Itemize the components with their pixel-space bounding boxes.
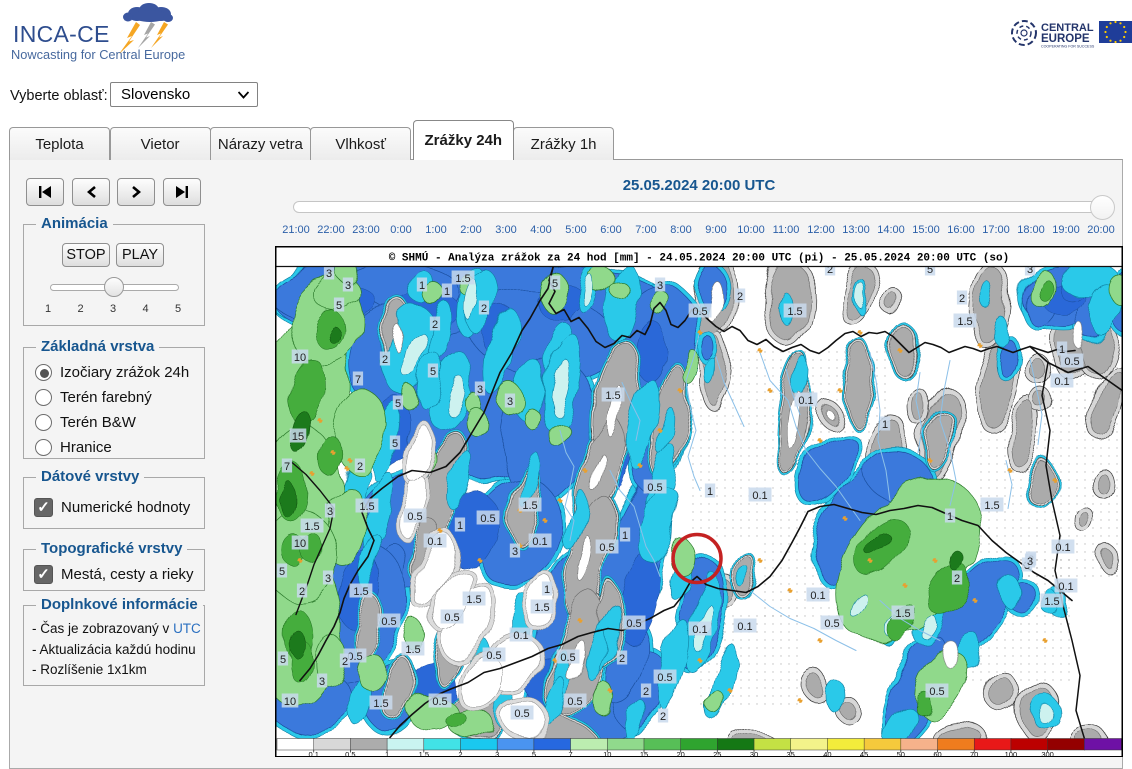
svg-text:2: 2 [660, 711, 666, 723]
svg-text:2: 2 [959, 293, 965, 305]
svg-text:10: 10 [284, 696, 296, 708]
svg-text:15: 15 [292, 431, 304, 443]
svg-text:1.5: 1.5 [522, 500, 537, 512]
svg-text:1.5: 1.5 [353, 586, 368, 598]
svg-text:2: 2 [643, 686, 649, 698]
svg-text:1: 1 [707, 486, 713, 498]
svg-text:1.5: 1.5 [304, 521, 319, 533]
svg-text:0.5: 0.5 [626, 618, 641, 630]
svg-text:3: 3 [325, 573, 331, 585]
svg-text:0.1: 0.1 [798, 395, 813, 407]
svg-text:1.5: 1.5 [359, 501, 374, 513]
svg-text:0.5: 0.5 [560, 652, 575, 664]
svg-text:0.1: 0.1 [737, 621, 752, 633]
svg-text:0.5: 0.5 [381, 616, 396, 628]
svg-text:2: 2 [432, 319, 438, 331]
svg-text:1.5: 1.5 [373, 698, 388, 710]
svg-text:0.1: 0.1 [692, 624, 707, 636]
svg-text:0.5: 0.5 [567, 696, 582, 708]
svg-text:2: 2 [299, 586, 305, 598]
svg-text:2: 2 [342, 656, 348, 668]
svg-text:3: 3 [327, 506, 333, 518]
svg-text:0.5: 0.5 [486, 650, 501, 662]
svg-text:0.5: 0.5 [692, 306, 707, 318]
svg-text:1.5: 1.5 [787, 306, 802, 318]
svg-text:1: 1 [622, 530, 628, 542]
svg-text:© SHMÚ - Analýza zrážok za 24: © SHMÚ - Analýza zrážok za 24 hod [mm] -… [389, 250, 1010, 264]
svg-text:5: 5 [279, 566, 285, 578]
svg-text:0.5: 0.5 [929, 686, 944, 698]
svg-text:7: 7 [284, 461, 290, 473]
svg-text:0.1: 0.1 [752, 490, 767, 502]
svg-text:3: 3 [657, 280, 663, 292]
svg-text:3: 3 [319, 676, 325, 688]
svg-text:0.5: 0.5 [514, 708, 529, 720]
svg-text:0.5: 0.5 [432, 696, 447, 708]
svg-text:1: 1 [947, 511, 953, 523]
svg-text:1.5: 1.5 [957, 316, 972, 328]
svg-text:1: 1 [882, 419, 888, 431]
svg-text:2: 2 [619, 653, 625, 665]
svg-text:7: 7 [355, 374, 361, 386]
svg-text:10: 10 [294, 538, 306, 550]
svg-text:0.1: 0.1 [1054, 376, 1069, 388]
svg-text:0.5: 0.5 [1064, 356, 1079, 368]
svg-text:0.1: 0.1 [427, 536, 442, 548]
svg-text:2: 2 [382, 354, 388, 366]
svg-text:0.5: 0.5 [824, 618, 839, 630]
svg-text:0.1: 0.1 [1055, 542, 1070, 554]
svg-text:3: 3 [507, 396, 513, 408]
svg-text:1.5: 1.5 [466, 594, 481, 606]
svg-text:0.5: 0.5 [599, 542, 614, 554]
svg-text:3: 3 [326, 268, 332, 280]
svg-text:1.5: 1.5 [534, 602, 549, 614]
svg-text:1.5: 1.5 [895, 608, 910, 620]
svg-text:5: 5 [336, 300, 342, 312]
svg-text:1: 1 [419, 280, 425, 292]
svg-text:0.5: 0.5 [480, 513, 495, 525]
svg-text:5: 5 [280, 654, 286, 666]
svg-text:3: 3 [1027, 556, 1033, 568]
svg-text:2: 2 [737, 291, 743, 303]
svg-text:0.5: 0.5 [647, 482, 662, 494]
svg-text:0.1: 0.1 [810, 590, 825, 602]
svg-text:5: 5 [552, 278, 558, 290]
svg-text:1.5: 1.5 [605, 390, 620, 402]
svg-text:1: 1 [544, 584, 550, 596]
svg-text:3: 3 [512, 546, 518, 558]
svg-text:1.5: 1.5 [984, 500, 999, 512]
svg-text:10: 10 [294, 352, 306, 364]
svg-text:1: 1 [444, 286, 450, 298]
svg-text:0.5: 0.5 [444, 612, 459, 624]
svg-text:1.5: 1.5 [1044, 596, 1059, 608]
svg-text:3: 3 [345, 280, 351, 292]
svg-text:0.1: 0.1 [532, 536, 547, 548]
svg-text:0.5: 0.5 [407, 511, 422, 523]
svg-text:EUROPE: EUROPE [1041, 33, 1090, 45]
svg-text:0.1: 0.1 [1058, 581, 1073, 593]
svg-text:0.5: 0.5 [657, 672, 672, 684]
svg-text:3: 3 [477, 384, 483, 396]
svg-text:0.1: 0.1 [513, 630, 528, 642]
svg-text:2: 2 [954, 573, 960, 585]
svg-text:1.5: 1.5 [455, 273, 470, 285]
svg-text:COOPERATING FOR SUCCESS: COOPERATING FOR SUCCESS [1041, 45, 1095, 49]
svg-text:2: 2 [357, 461, 363, 473]
svg-text:5: 5 [430, 366, 436, 378]
svg-text:1: 1 [457, 520, 463, 532]
svg-text:1.5: 1.5 [405, 644, 420, 656]
svg-text:5: 5 [395, 398, 401, 410]
svg-text:2: 2 [481, 303, 487, 315]
svg-text:5: 5 [392, 438, 398, 450]
